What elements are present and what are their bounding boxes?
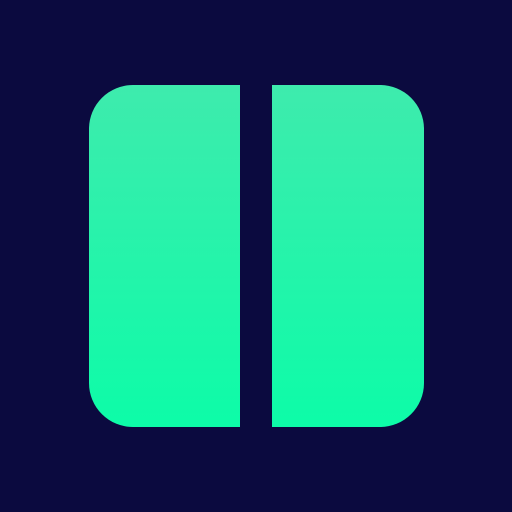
app-icon — [0, 0, 512, 512]
left-panel-shape — [89, 85, 240, 427]
right-panel-shape — [272, 85, 424, 427]
